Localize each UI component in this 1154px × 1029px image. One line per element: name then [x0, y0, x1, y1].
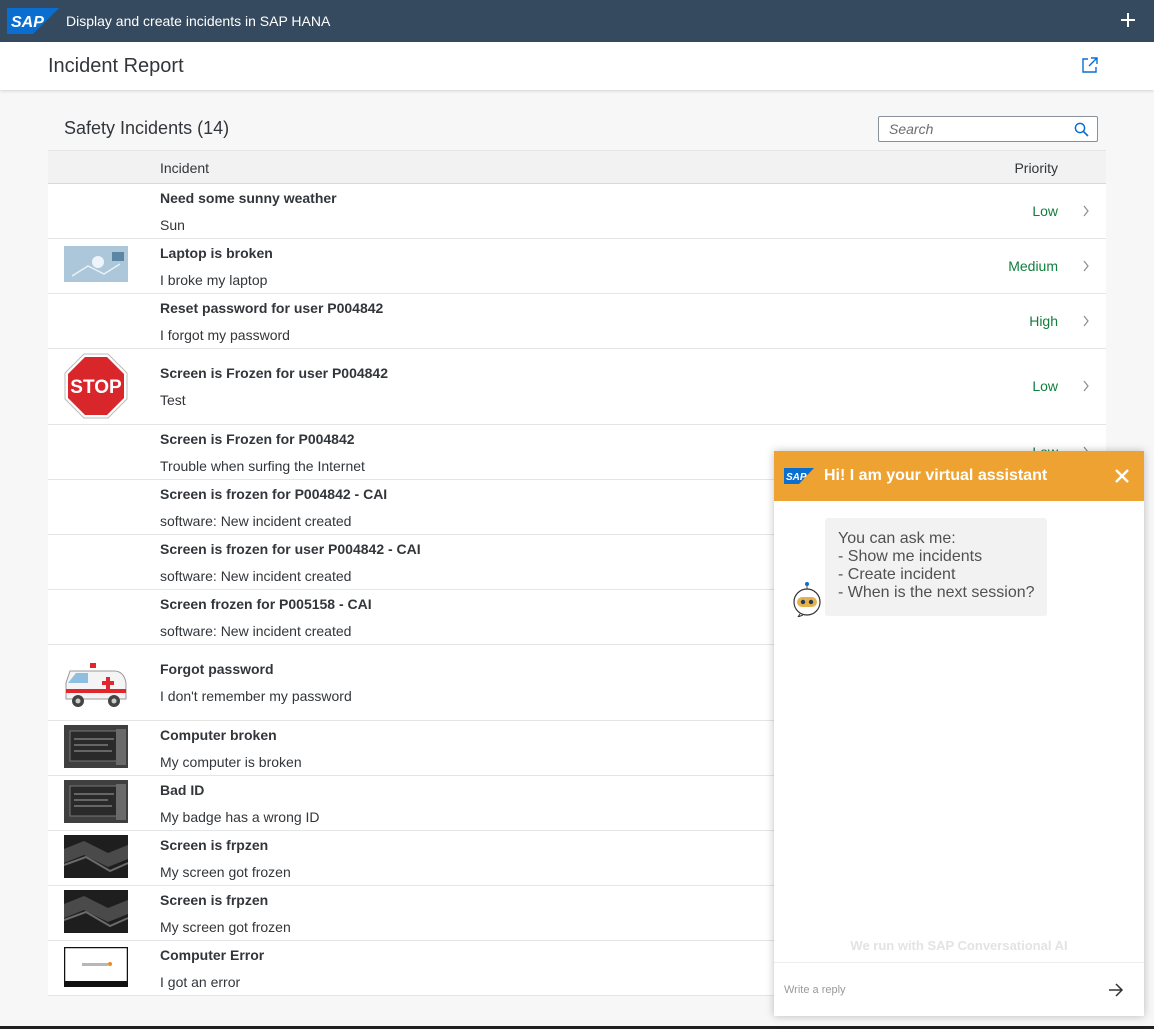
- search-field: [878, 116, 1098, 142]
- incident-title: Laptop is broken: [160, 245, 273, 261]
- chat-logo-text: SAP: [786, 472, 807, 483]
- incident-description: Sun: [160, 217, 185, 233]
- ambulance-image: [65, 663, 127, 707]
- keyboard-image: [64, 835, 128, 878]
- incident-title: Screen is frozen for P004842 - CAI: [160, 486, 388, 502]
- incident-description: My screen got frozen: [160, 864, 291, 880]
- incident-description: My computer is broken: [160, 754, 302, 770]
- incident-title: Bad ID: [160, 782, 205, 798]
- chat-window: SAP Hi! I am your virtual assistant You …: [774, 451, 1144, 1016]
- table-toolbar: Safety Incidents (14): [48, 106, 1106, 150]
- incident-description: I forgot my password: [160, 327, 290, 343]
- chat-title: Hi! I am your virtual assistant: [824, 467, 1048, 484]
- search-input[interactable]: [879, 117, 1069, 141]
- incident-description: Test: [160, 392, 186, 408]
- bad-id-image: [64, 780, 128, 823]
- column-header-incident[interactable]: Incident: [160, 160, 209, 176]
- incident-description: I broke my laptop: [160, 272, 268, 288]
- share-icon[interactable]: [1081, 56, 1099, 74]
- incident-title: Need some sunny weather: [160, 190, 337, 206]
- incident-title: Reset password for user P004842: [160, 300, 384, 316]
- table-title: Safety Incidents (14): [64, 118, 230, 138]
- incident-description: software: New incident created: [160, 513, 352, 529]
- incident-description: My screen got frozen: [160, 919, 291, 935]
- incident-description: My badge has a wrong ID: [160, 809, 320, 825]
- keyboard-image: [64, 890, 128, 933]
- priority-label: Low: [1032, 378, 1058, 394]
- chevron-right-icon: [1083, 380, 1089, 392]
- incident-description: software: New incident created: [160, 623, 352, 639]
- incident-title: Screen frozen for P005158 - CAI: [160, 596, 372, 612]
- incident-title: Screen is frpzen: [160, 837, 269, 853]
- table-row[interactable]: STOP Screen is Frozen for user P004842 T…: [48, 349, 1106, 425]
- send-arrow-icon[interactable]: [1108, 983, 1124, 997]
- incident-title: Screen is frozen for user P004842 - CAI: [160, 541, 421, 557]
- laptop-image: [64, 246, 128, 282]
- column-header-priority[interactable]: Priority: [1014, 160, 1058, 176]
- stop-sign-image: STOP: [64, 353, 128, 419]
- chevron-right-icon: [1083, 205, 1089, 217]
- incident-title: Computer Error: [160, 947, 265, 963]
- priority-label: Low: [1032, 203, 1058, 219]
- incident-description: Trouble when surfing the Internet: [160, 458, 365, 474]
- table-row[interactable]: Need some sunny weather Sun Low: [48, 184, 1106, 239]
- priority-label: Medium: [1008, 258, 1058, 274]
- screenshot-image: [64, 947, 128, 987]
- close-icon[interactable]: [1114, 468, 1130, 484]
- sap-logo-text: SAP: [11, 14, 44, 31]
- incident-description: I got an error: [160, 974, 241, 990]
- chat-header: SAP Hi! I am your virtual assistant: [774, 451, 1144, 501]
- incident-title: Computer broken: [160, 727, 277, 743]
- sap-logo: SAP: [784, 468, 814, 484]
- search-icon[interactable]: [1074, 122, 1089, 137]
- message-line: - When is the next session?: [838, 584, 1035, 601]
- computer-broken-image: [64, 725, 128, 768]
- incident-title: Screen is Frozen for P004842: [160, 431, 355, 447]
- powered-by-text: We run with SAP Conversational AI: [850, 938, 1068, 953]
- incident-description: I don't remember my password: [160, 688, 352, 704]
- sap-logo[interactable]: SAP: [7, 8, 59, 34]
- stop-sign-text: STOP: [70, 377, 122, 398]
- table-row[interactable]: Reset password for user P004842 I forgot…: [48, 294, 1106, 349]
- chevron-right-icon: [1083, 260, 1089, 272]
- message-line: - Create incident: [838, 566, 956, 583]
- incident-title: Screen is Frozen for user P004842: [160, 365, 388, 381]
- shell-bar: SAP Display and create incidents in SAP …: [0, 0, 1154, 42]
- column-header-row: Incident Priority: [48, 150, 1106, 184]
- page-title: Incident Report: [48, 55, 184, 77]
- incident-description: software: New incident created: [160, 568, 352, 584]
- chevron-right-icon: [1083, 315, 1089, 327]
- message-line: You can ask me:: [838, 530, 956, 547]
- page-header: Incident Report: [0, 42, 1154, 90]
- bot-message: You can ask me: - Show me incidents - Cr…: [825, 518, 1047, 616]
- app-title: Display and create incidents in SAP HANA: [66, 13, 331, 29]
- reply-bar: [774, 962, 1144, 1016]
- plus-icon[interactable]: [1118, 10, 1138, 30]
- message-line: - Show me incidents: [838, 548, 983, 565]
- incident-title: Screen is frpzen: [160, 892, 269, 908]
- reply-input[interactable]: [784, 977, 1094, 1003]
- table-row[interactable]: Laptop is broken I broke my laptop Mediu…: [48, 239, 1106, 294]
- priority-label: High: [1029, 313, 1058, 329]
- incident-title: Forgot password: [160, 661, 274, 677]
- bot-avatar-icon: [793, 582, 821, 617]
